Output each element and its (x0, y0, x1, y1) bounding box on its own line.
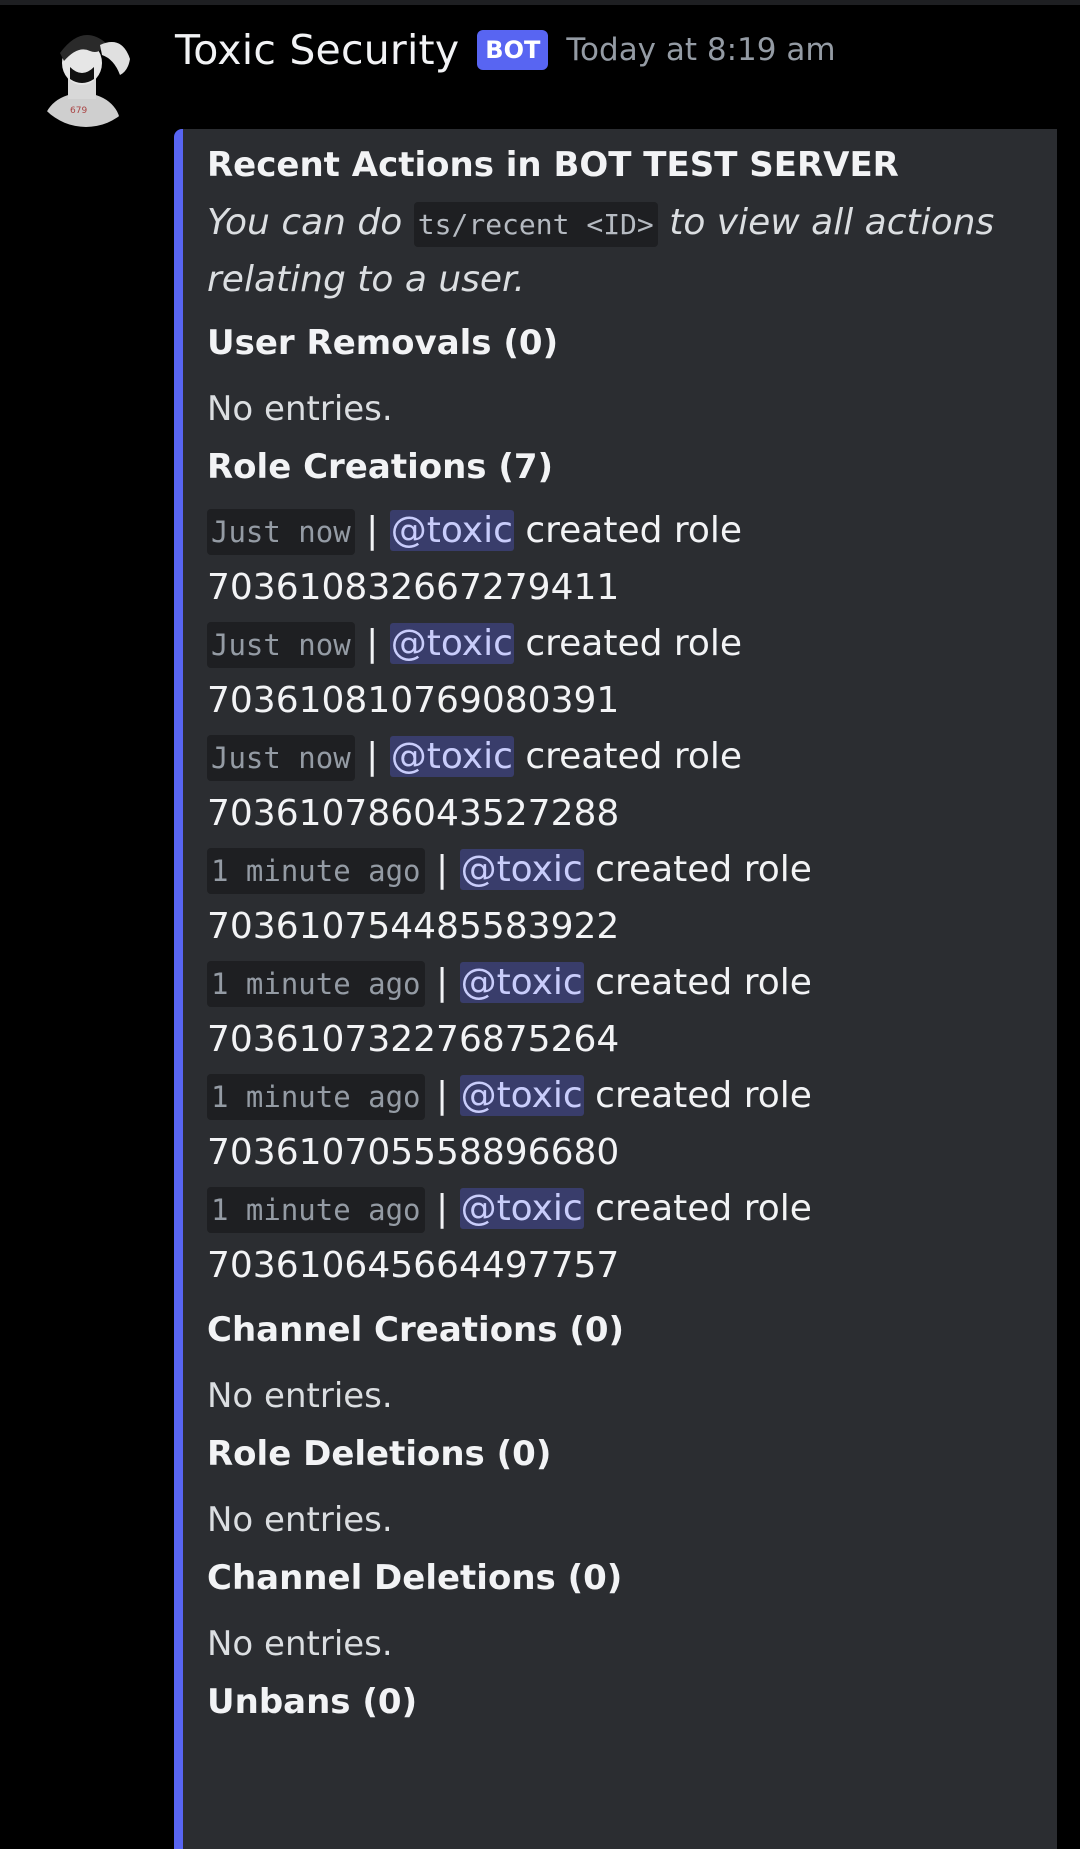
embed: Recent Actions in BOT TEST SERVER You ca… (174, 129, 1057, 1849)
author-username[interactable]: Toxic Security (175, 26, 459, 74)
entry-role-id: 703610705558896680 (207, 1132, 620, 1173)
entry-action: created role (595, 849, 812, 890)
description-text-before: You can do (207, 202, 414, 243)
entry-action: created role (595, 1075, 812, 1116)
svg-text:679: 679 (70, 106, 87, 116)
entry-separator: | (435, 962, 449, 1003)
role-creation-entry: Just now | @toxic created role 703610786… (207, 729, 1037, 842)
field-user-removals-value: No entries. (207, 389, 393, 429)
role-creation-entry: 1 minute ago | @toxic created role 70361… (207, 1068, 1037, 1181)
user-mention[interactable]: @toxic (389, 736, 514, 777)
command-inline-code: ts/recent <ID> (413, 202, 658, 247)
user-mention[interactable]: @toxic (389, 623, 514, 664)
entry-role-id: 703610754485583922 (207, 906, 620, 947)
avatar-image-icon: 679 (30, 15, 142, 127)
entry-time: 1 minute ago (207, 848, 425, 894)
role-creation-entry: 1 minute ago | @toxic created role 70361… (207, 842, 1037, 955)
entry-time: 1 minute ago (207, 961, 425, 1007)
field-role-creations-name: Role Creations (7) (207, 447, 554, 487)
entry-role-id: 703610645664497757 (207, 1245, 620, 1286)
role-creation-entry: Just now | @toxic created role 703610810… (207, 616, 1037, 729)
author-avatar[interactable]: 679 (30, 15, 142, 127)
entry-action: created role (525, 510, 743, 551)
entry-separator: | (435, 849, 449, 890)
entry-time: Just now (207, 509, 355, 555)
entry-time: 1 minute ago (207, 1187, 425, 1233)
entry-action: created role (595, 1188, 812, 1229)
message-timestamp[interactable]: Today at 8:19 am (566, 32, 835, 68)
user-mention[interactable]: @toxic (459, 1188, 584, 1229)
entry-action: created role (595, 962, 812, 1003)
entry-separator: | (366, 510, 379, 551)
user-mention[interactable]: @toxic (459, 1075, 584, 1116)
field-channel-creations-value: No entries. (207, 1376, 393, 1416)
user-mention[interactable]: @toxic (389, 510, 514, 551)
field-unbans-name: Unbans (0) (207, 1682, 418, 1722)
entry-action: created role (525, 623, 743, 664)
message-header: Toxic Security BOT Today at 8:19 am (175, 18, 836, 82)
role-creation-entry: 1 minute ago | @toxic created role 70361… (207, 1181, 1037, 1294)
entry-separator: | (366, 736, 379, 777)
entry-separator: | (435, 1188, 449, 1229)
user-mention[interactable]: @toxic (459, 962, 584, 1003)
entry-action: created role (525, 736, 743, 777)
embed-description: You can do ts/recent <ID> to view all ac… (207, 195, 1037, 307)
entry-separator: | (366, 623, 379, 664)
embed-title: Recent Actions in BOT TEST SERVER (207, 145, 899, 185)
top-divider (0, 0, 1080, 5)
field-user-removals-name: User Removals (0) (207, 323, 559, 363)
role-creation-entry: Just now | @toxic created role 703610832… (207, 503, 1037, 616)
field-role-deletions-name: Role Deletions (0) (207, 1434, 552, 1474)
role-creations-list: Just now | @toxic created role 703610832… (207, 503, 1037, 1294)
user-mention[interactable]: @toxic (459, 849, 584, 890)
field-channel-creations-name: Channel Creations (0) (207, 1310, 625, 1350)
bot-badge: BOT (477, 30, 549, 70)
entry-time: Just now (207, 622, 355, 668)
entry-role-id: 703610786043527288 (207, 793, 620, 834)
entry-time: 1 minute ago (207, 1074, 425, 1120)
entry-role-id: 703610732276875264 (207, 1019, 620, 1060)
entry-role-id: 703610810769080391 (207, 680, 620, 721)
role-creation-entry: 1 minute ago | @toxic created role 70361… (207, 955, 1037, 1068)
field-role-deletions-value: No entries. (207, 1500, 393, 1540)
entry-role-id: 703610832667279411 (207, 567, 620, 608)
entry-time: Just now (207, 735, 355, 781)
field-channel-deletions-value: No entries. (207, 1624, 393, 1664)
entry-separator: | (435, 1075, 449, 1116)
field-channel-deletions-name: Channel Deletions (0) (207, 1558, 623, 1598)
